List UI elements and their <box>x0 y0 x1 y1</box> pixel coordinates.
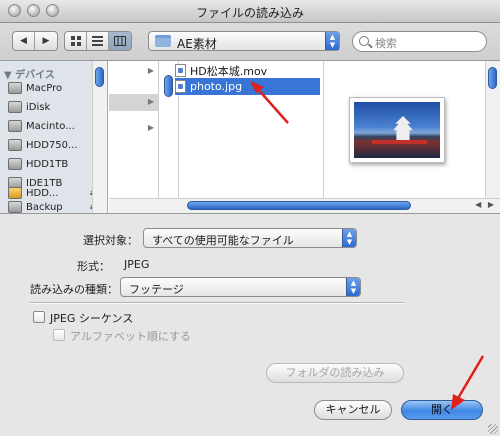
idisk-icon <box>8 101 22 113</box>
computer-icon <box>8 82 22 94</box>
horizontal-scrollbar[interactable]: ◀ ▶ <box>109 198 500 213</box>
column-view-icon <box>114 36 126 46</box>
open-file-dialog: ファイルの読み込み ◀ ▶ AE素材 ▲ ▼ 検索 ▼ デバイス MacPro … <box>0 0 500 436</box>
bridge-shape <box>372 140 427 144</box>
scroll-arrows-icon[interactable]: ◀ ▶ <box>475 200 496 209</box>
select-arrows-icon: ▲ ▼ <box>346 278 360 296</box>
search-placeholder: 検索 <box>375 37 397 50</box>
column-parent: ▶ ▶ ▶ <box>109 61 159 198</box>
sidebar-item-backup[interactable]: Backup ⏏ <box>8 201 98 213</box>
icon-view-icon <box>70 36 81 46</box>
sidebar-item-label: HDD750... <box>26 139 78 151</box>
import-type-select-value: フッテージ <box>129 283 184 296</box>
annotation-arrow-icon <box>451 355 485 410</box>
sidebar-item-label: HDD1TB <box>26 158 69 170</box>
file-item-mov[interactable]: HD松本城.mov <box>175 62 325 79</box>
image-preview <box>349 97 445 163</box>
castle-shape <box>393 116 413 142</box>
hard-disk-icon <box>8 158 22 170</box>
hard-disk-icon <box>8 120 22 132</box>
folder-popup-label: AE素材 <box>177 37 217 51</box>
column-row-selected[interactable]: ▶ <box>109 94 158 111</box>
file-name: HD松本城.mov <box>190 64 268 78</box>
select-arrows-icon: ▲ ▼ <box>342 229 356 247</box>
horizontal-scroll-thumb[interactable] <box>187 201 411 210</box>
format-label: 形式： <box>77 260 110 273</box>
folder-popup[interactable]: AE素材 ▲ ▼ <box>148 31 340 51</box>
resize-grip-icon[interactable] <box>488 424 498 434</box>
preview-scrollbar[interactable] <box>485 61 500 198</box>
annotation-arrow-icon <box>250 81 289 124</box>
column-row[interactable]: ▶ <box>109 63 158 80</box>
title-bar: ファイルの読み込み <box>0 0 500 23</box>
filter-select[interactable]: すべての使用可能なファイル ▲ ▼ <box>143 228 357 248</box>
back-button[interactable]: ◀ <box>13 32 35 50</box>
disclosure-arrow-icon: ▶ <box>147 66 154 75</box>
filter-select-value: すべての使用可能なファイル <box>152 234 294 247</box>
disclosure-arrow-icon: ▶ <box>147 123 154 132</box>
forward-button[interactable]: ▶ <box>35 32 57 50</box>
preview-scroll-thumb[interactable] <box>488 67 497 89</box>
column-view-button[interactable] <box>109 32 131 50</box>
column-row[interactable]: ▶ <box>109 120 158 137</box>
sidebar-item-hdd1tb[interactable]: HDD1TB <box>8 155 98 173</box>
jpeg-sequence-checkbox[interactable] <box>33 311 45 323</box>
list-view-icon <box>92 36 103 46</box>
icon-view-button[interactable] <box>65 32 87 50</box>
alpha-order-checkbox[interactable] <box>53 329 65 341</box>
search-icon <box>359 36 369 46</box>
cancel-button[interactable]: キャンセル <box>314 400 392 420</box>
filter-label: 選択対象： <box>83 234 138 247</box>
external-disk-icon <box>8 187 22 199</box>
options-divider <box>30 302 404 304</box>
sidebar-scroll-thumb[interactable] <box>95 67 104 87</box>
import-folder-button[interactable]: フォルダの読み込み <box>266 363 404 383</box>
jpeg-sequence-label[interactable]: JPEG シーケンス <box>50 310 133 326</box>
sidebar-item-macpro[interactable]: MacPro <box>8 79 98 97</box>
import-type-select[interactable]: フッテージ ▲ ▼ <box>120 277 361 297</box>
sidebar: ▼ デバイス MacPro iDisk Macinto... HDD750...… <box>0 61 108 213</box>
toolbar: ◀ ▶ AE素材 ▲ ▼ 検索 <box>0 23 500 61</box>
import-type-label: 読み込みの種類： <box>30 283 118 296</box>
sidebar-item-label: Backup <box>26 201 63 213</box>
hard-disk-icon <box>8 139 22 151</box>
sidebar-scrollbar[interactable] <box>92 61 107 213</box>
navigation-buttons: ◀ ▶ <box>12 31 58 51</box>
movie-file-icon <box>175 64 186 77</box>
image-file-icon <box>175 80 186 93</box>
list-view-button[interactable] <box>87 32 109 50</box>
sidebar-item-idisk[interactable]: iDisk <box>8 98 98 116</box>
sidebar-item-label: Macinto... <box>26 120 75 132</box>
search-field[interactable]: 検索 <box>352 31 487 52</box>
sidebar-item-hdd-external[interactable]: HDD... ⏏ <box>8 184 98 202</box>
sidebar-item-label: iDisk <box>26 101 51 113</box>
file-name: photo.jpg <box>190 80 243 93</box>
view-mode-buttons <box>64 31 132 51</box>
disclosure-arrow-icon: ▶ <box>147 97 154 106</box>
hard-disk-icon <box>8 201 22 213</box>
sidebar-item-label: HDD... <box>26 187 59 199</box>
sidebar-item-macintosh[interactable]: Macinto... <box>8 117 98 135</box>
folder-icon <box>155 35 171 47</box>
format-value: JPEG <box>124 258 150 271</box>
castle-photo-thumbnail <box>354 102 440 158</box>
sidebar-item-hdd750[interactable]: HDD750... <box>8 136 98 154</box>
sidebar-item-label: MacPro <box>26 82 63 94</box>
file-browser: ▼ デバイス MacPro iDisk Macinto... HDD750...… <box>0 61 500 214</box>
column-scroll-thumb[interactable] <box>164 75 173 97</box>
alpha-order-label[interactable]: アルファベット順にする <box>70 328 191 344</box>
popup-arrows-icon: ▲ ▼ <box>325 32 339 50</box>
window-title: ファイルの読み込み <box>195 6 304 20</box>
